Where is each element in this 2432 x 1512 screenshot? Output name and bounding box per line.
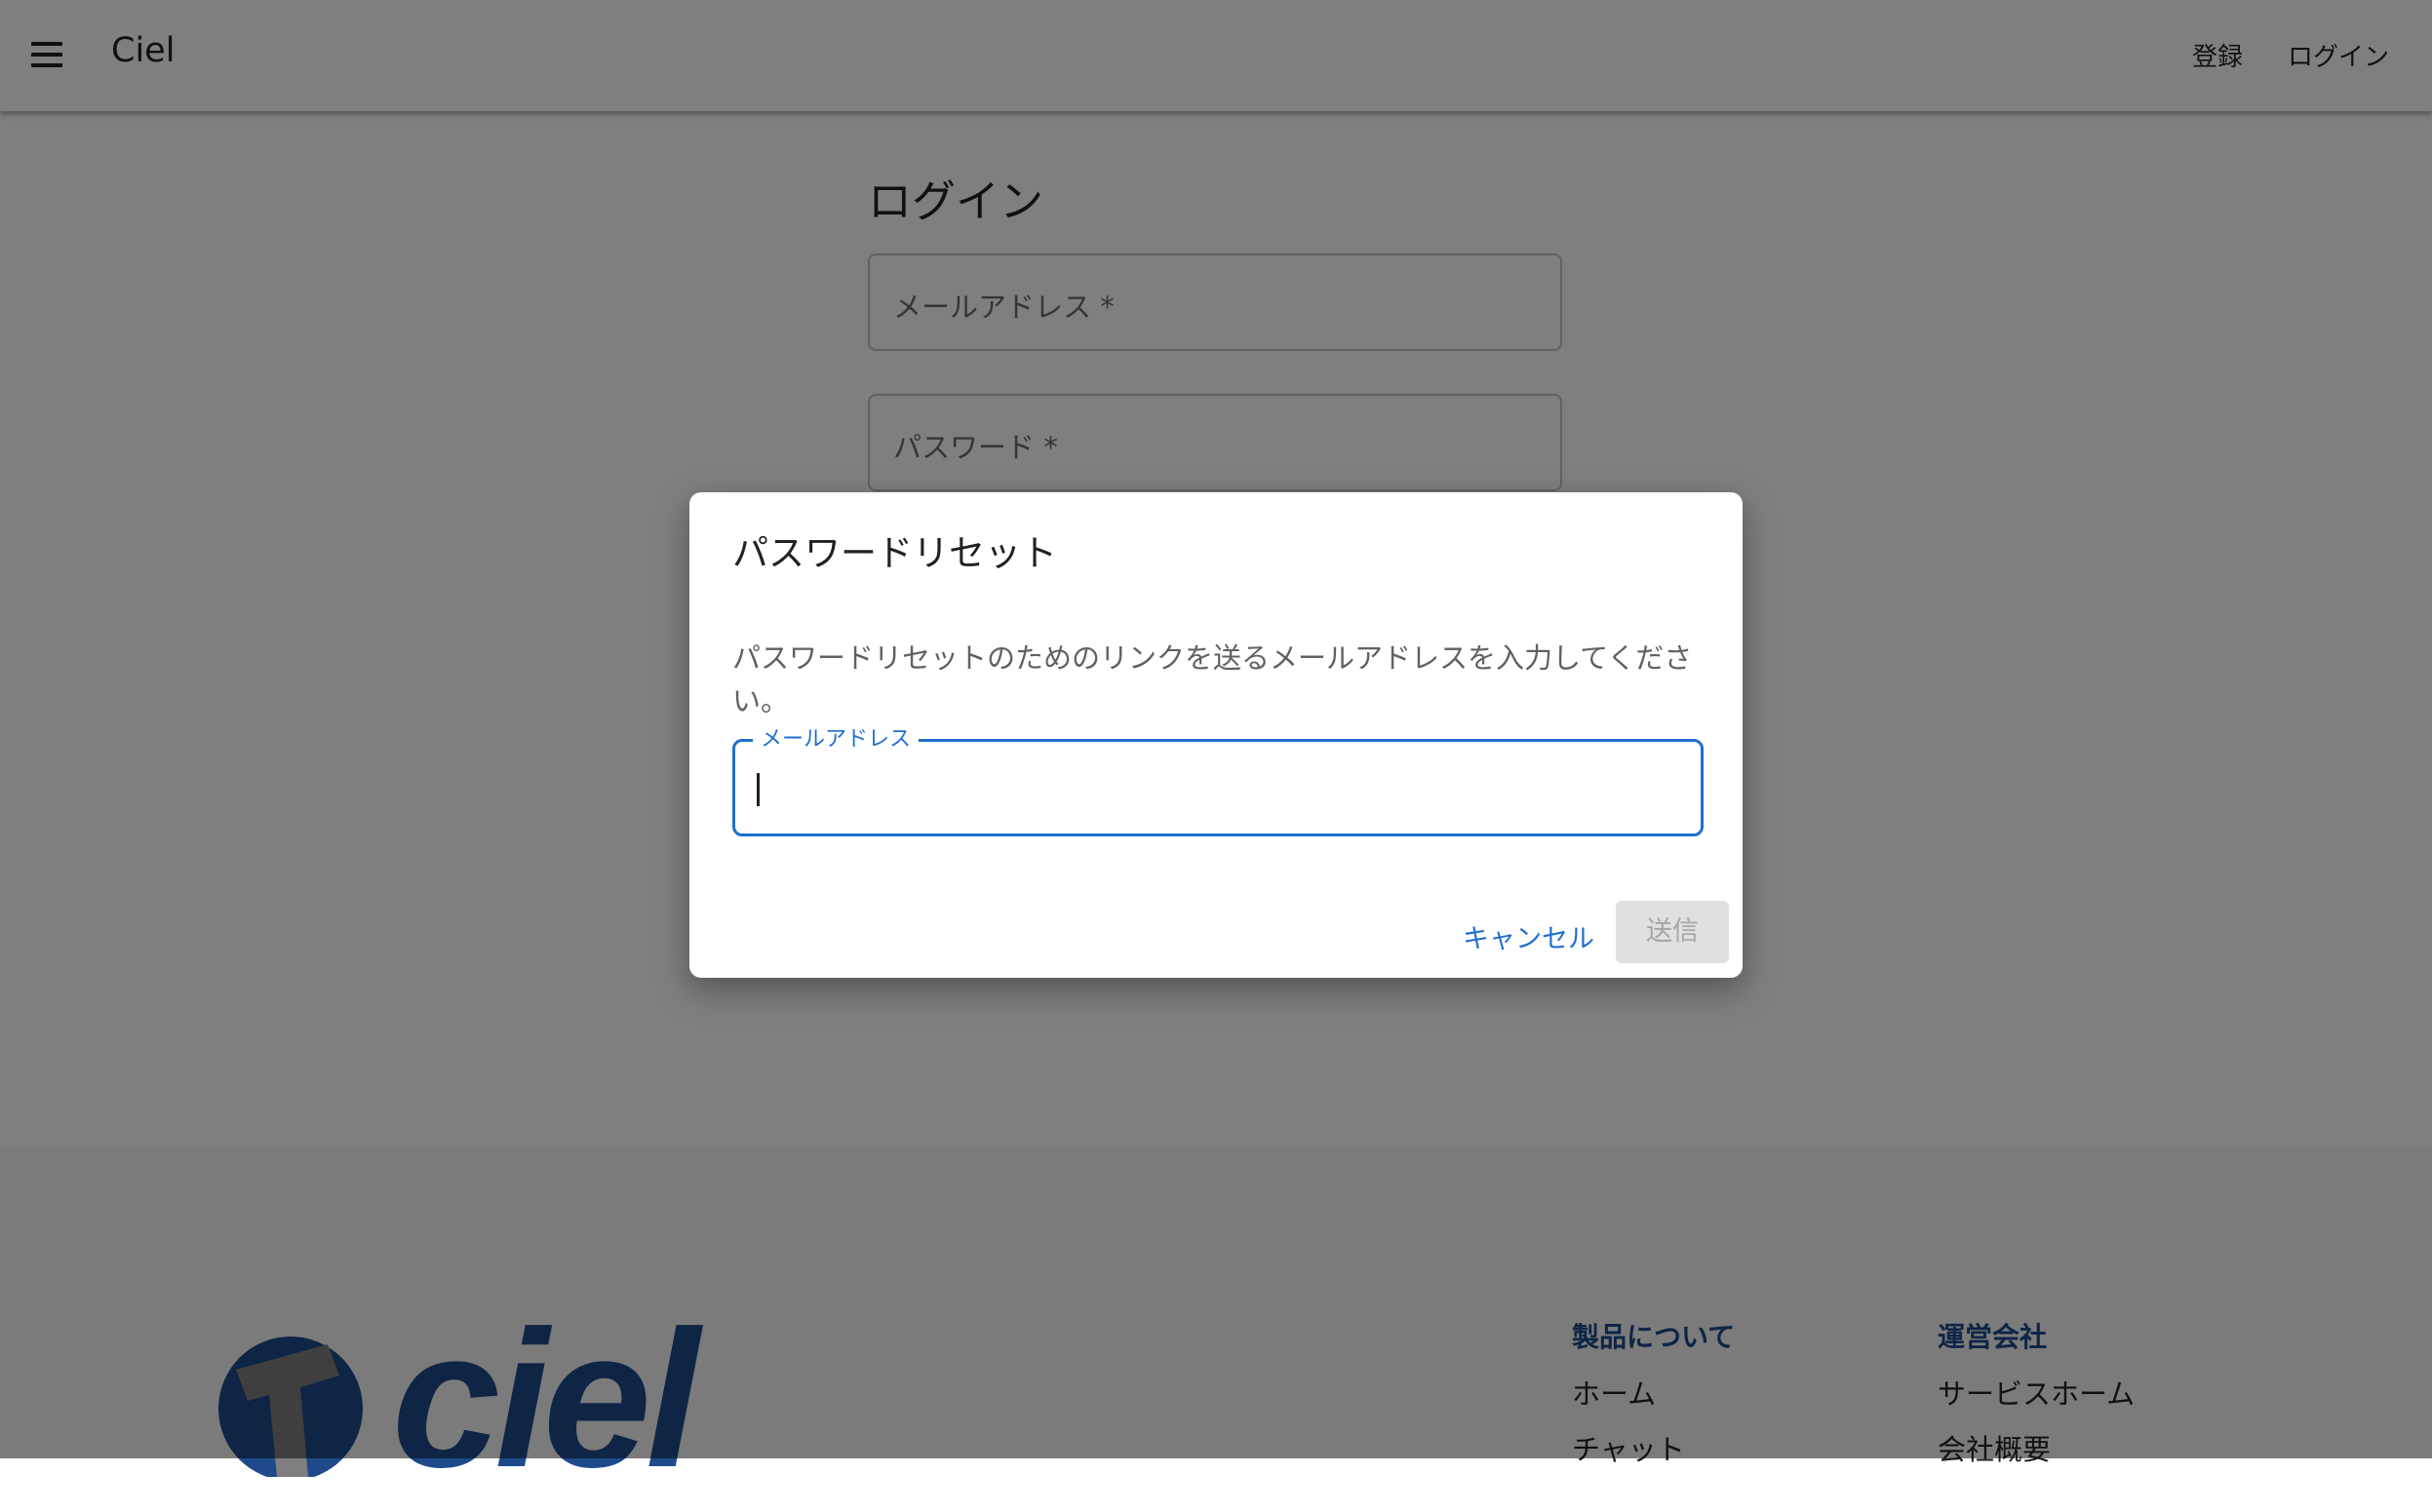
text-caret <box>757 773 760 806</box>
dialog-title: パスワードリセット <box>732 532 1057 574</box>
reset-email-field[interactable]: メールアドレス <box>732 725 1704 836</box>
reset-email-label: メールアドレス <box>753 725 920 755</box>
cancel-button[interactable]: キャンセル <box>1453 911 1604 961</box>
reset-email-input[interactable] <box>755 756 1685 820</box>
dialog-description: パスワードリセットのためのリンクを送るメールアドレスを入力してください。 <box>732 641 1693 717</box>
password-reset-dialog: パスワードリセット パスワードリセットのためのリンクを送るメールアドレスを入力し… <box>689 492 1743 978</box>
send-button[interactable]: 送信 <box>1616 901 1729 963</box>
